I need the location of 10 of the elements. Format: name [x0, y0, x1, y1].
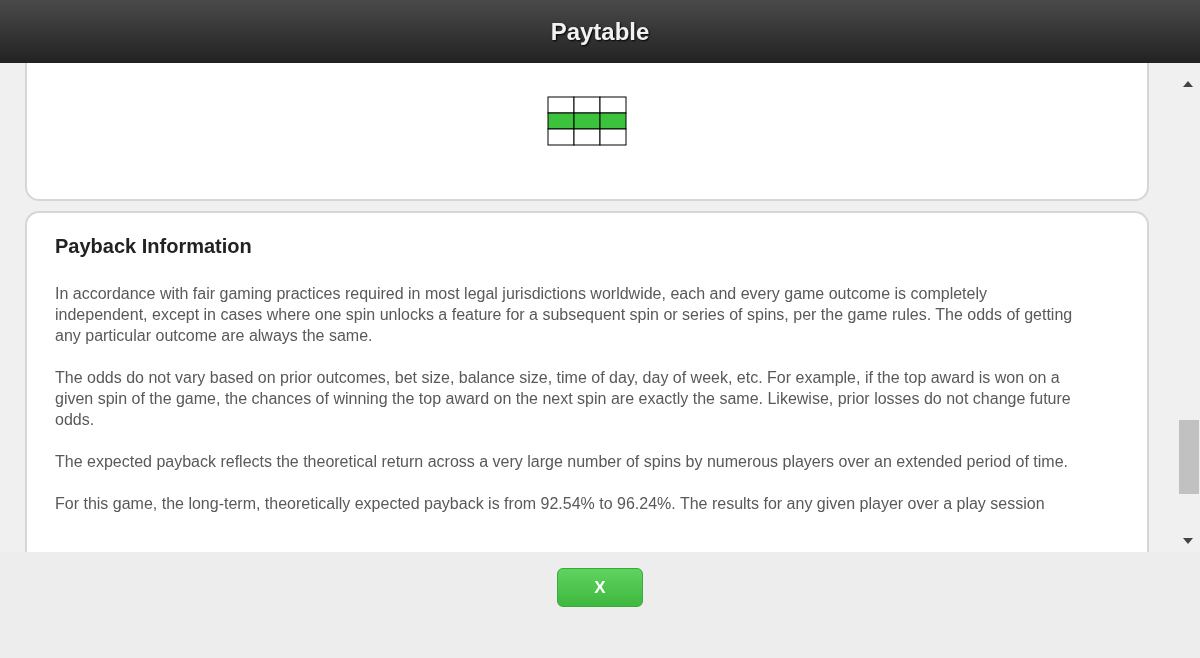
paragraph: The odds do not vary based on prior outcomes, bet size, balance size, time of day, day of week, etc. For example, if the top award is won on a given spin of the game, the chances of winning the top award on the next spin are exactly the same. Likewise, prior losses do not change future odds. — [55, 368, 1072, 430]
scrollbar-thumb[interactable] — [1179, 420, 1199, 494]
scroll-up-icon[interactable] — [1183, 81, 1193, 87]
close-button[interactable]: X — [557, 568, 643, 607]
paragraph: In accordance with fair gaming practices required in most legal jurisdictions worldwide, each and every game outcome is completely independent, except in cases where one spin unlocks a feature for a subsequent spin or series of spins, per the game rules. The odds of getting any particular outcome are always the same. — [55, 284, 1074, 346]
window-title: Paytable — [550, 17, 650, 46]
paragraph: The expected payback reflects the theoretical return across a very large number of spins by numerous players over an extended period of time. — [55, 452, 1069, 472]
paragraph: For this game, the long-term, theoretically expected payback is from 92.54% to 96.24%. The results for any given player over a play session — [55, 494, 1046, 514]
section-heading: Payback Information — [55, 235, 253, 258]
scroll-down-icon[interactable] — [1183, 538, 1193, 544]
